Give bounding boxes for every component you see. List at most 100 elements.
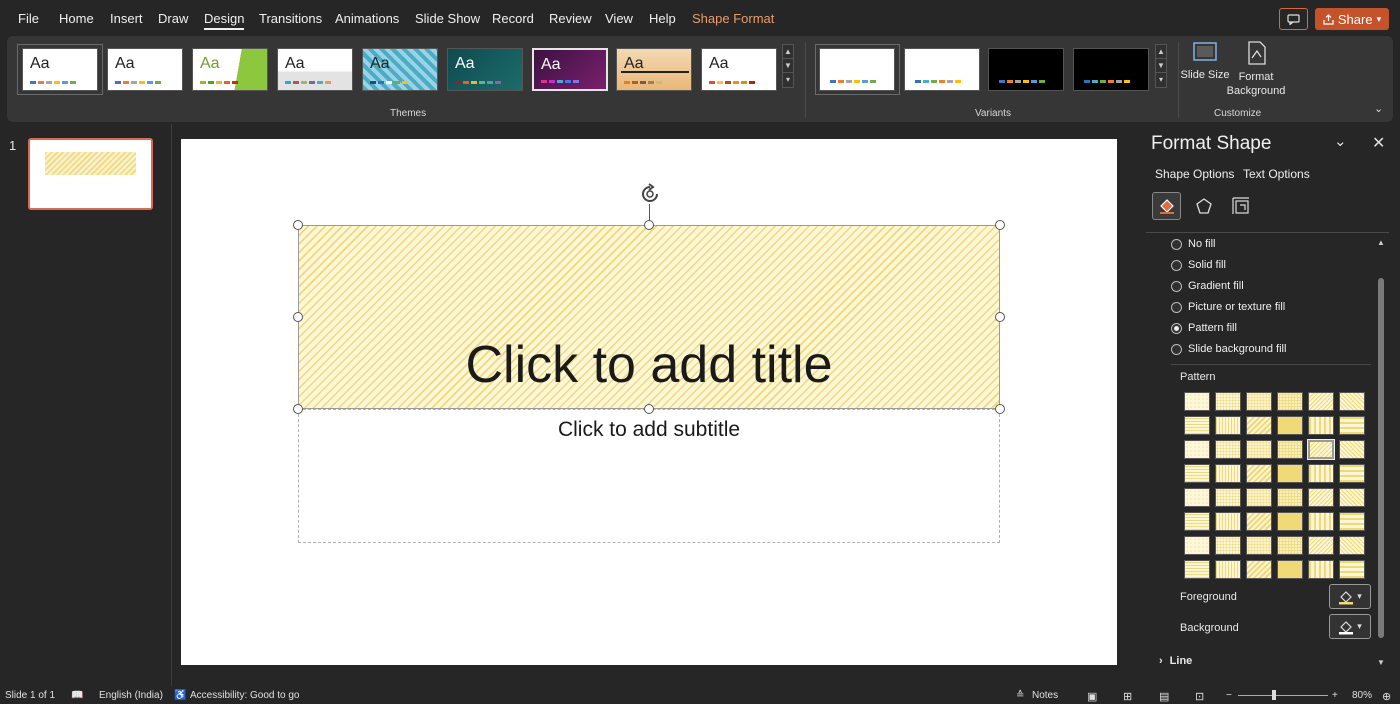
pattern-swatch[interactable]: [1339, 560, 1365, 579]
menu-home[interactable]: Home: [59, 11, 94, 26]
menu-shape-format[interactable]: Shape Format: [692, 11, 774, 26]
close-icon[interactable]: ✕: [1372, 133, 1385, 153]
variant-3[interactable]: [988, 48, 1064, 91]
resize-handle-bottom-left[interactable]: [293, 404, 303, 414]
pattern-swatch[interactable]: [1215, 416, 1241, 435]
slide-thumbnail[interactable]: [28, 138, 153, 210]
pattern-swatch[interactable]: [1308, 488, 1334, 507]
theme-ion-boardroom[interactable]: Aa: [362, 48, 438, 91]
tab-text-options[interactable]: Text Options: [1243, 167, 1310, 181]
notes-button[interactable]: Notes: [1032, 690, 1058, 701]
zoom-out-icon[interactable]: −: [1226, 690, 1232, 701]
pattern-swatch[interactable]: [1215, 440, 1241, 459]
pattern-swatch[interactable]: [1339, 416, 1365, 435]
resize-handle-right[interactable]: [995, 312, 1005, 322]
pattern-swatch[interactable]: [1339, 464, 1365, 483]
pane-scrollbar[interactable]: ▲ ▼: [1376, 238, 1387, 668]
zoom-slider-thumb[interactable]: [1272, 690, 1276, 700]
scroll-down-icon[interactable]: ▼: [783, 59, 793, 73]
subtitle-placeholder-text[interactable]: Click to add subtitle: [298, 418, 1000, 442]
menu-file[interactable]: File: [18, 11, 39, 26]
radio-gradient-fill[interactable]: [1171, 280, 1182, 292]
pattern-swatch[interactable]: [1215, 392, 1241, 411]
size-properties-icon[interactable]: [1226, 192, 1255, 220]
pattern-swatch[interactable]: [1308, 536, 1334, 555]
radio-pattern-fill[interactable]: [1171, 322, 1182, 334]
pattern-swatch[interactable]: [1246, 416, 1272, 435]
theme-office[interactable]: Aa: [22, 48, 98, 91]
scrollbar-thumb[interactable]: [1378, 278, 1384, 638]
more-icon[interactable]: ▾: [1156, 73, 1166, 87]
collapse-ribbon-icon[interactable]: ⌄: [1374, 102, 1383, 115]
pattern-swatch[interactable]: [1277, 416, 1303, 435]
pattern-swatch[interactable]: [1308, 416, 1334, 435]
menu-review[interactable]: Review: [549, 11, 592, 26]
pattern-swatch[interactable]: [1215, 560, 1241, 579]
pattern-swatch[interactable]: [1184, 488, 1210, 507]
scroll-up-icon[interactable]: ▲: [783, 45, 793, 59]
pattern-swatch[interactable]: [1246, 464, 1272, 483]
format-background-button[interactable]: Format Background: [1226, 40, 1286, 98]
pane-options-chevron-icon[interactable]: ⌄: [1334, 132, 1347, 150]
fill-option-picture[interactable]: Picture or texture fill: [1171, 301, 1285, 313]
pattern-swatch[interactable]: [1308, 512, 1334, 531]
scroll-up-icon[interactable]: ▲: [1156, 45, 1166, 59]
spelling-icon[interactable]: 📖: [71, 690, 83, 701]
pattern-swatch[interactable]: [1339, 488, 1365, 507]
fill-option-none[interactable]: No fill: [1171, 238, 1216, 250]
rotate-handle-icon[interactable]: [639, 183, 661, 205]
reading-view-icon[interactable]: ▤: [1159, 690, 1169, 703]
menu-view[interactable]: View: [605, 11, 633, 26]
pattern-swatch[interactable]: [1215, 536, 1241, 555]
fill-option-gradient[interactable]: Gradient fill: [1171, 280, 1244, 292]
pattern-swatch[interactable]: [1184, 512, 1210, 531]
pattern-swatch[interactable]: [1246, 440, 1272, 459]
pattern-swatch[interactable]: [1184, 440, 1210, 459]
resize-handle-top[interactable]: [644, 220, 654, 230]
title-placeholder-text[interactable]: Click to add title: [298, 335, 1000, 395]
pattern-swatch[interactable]: [1308, 392, 1334, 411]
pattern-swatch[interactable]: [1215, 464, 1241, 483]
pattern-swatch[interactable]: [1308, 464, 1334, 483]
resize-handle-bottom-right[interactable]: [995, 404, 1005, 414]
pattern-swatch[interactable]: [1277, 488, 1303, 507]
pattern-swatch[interactable]: [1339, 392, 1365, 411]
pattern-swatch[interactable]: [1246, 392, 1272, 411]
pattern-swatch[interactable]: [1184, 560, 1210, 579]
pattern-swatch[interactable]: [1277, 440, 1303, 459]
pattern-swatch[interactable]: [1215, 488, 1241, 507]
menu-design[interactable]: Design: [204, 11, 245, 30]
variant-4[interactable]: [1073, 48, 1149, 91]
pattern-swatch[interactable]: [1308, 560, 1334, 579]
fill-option-slide-background[interactable]: Slide background fill: [1171, 343, 1286, 355]
resize-handle-top-right[interactable]: [995, 220, 1005, 230]
pattern-swatch[interactable]: [1184, 392, 1210, 411]
accessibility-status[interactable]: Accessibility: Good to go: [190, 690, 300, 701]
pattern-swatch[interactable]: [1307, 439, 1335, 460]
menu-slideshow[interactable]: Slide Show: [415, 11, 480, 26]
fill-option-solid[interactable]: Solid fill: [1171, 259, 1226, 271]
foreground-color-button[interactable]: ▾: [1329, 584, 1371, 609]
pattern-swatch[interactable]: [1246, 560, 1272, 579]
menu-insert[interactable]: Insert: [110, 11, 143, 26]
slide-show-icon[interactable]: ⊡: [1195, 690, 1204, 703]
variant-2[interactable]: [904, 48, 980, 91]
pattern-swatch[interactable]: [1246, 488, 1272, 507]
tab-shape-options[interactable]: Shape Options: [1155, 167, 1234, 181]
theme-slice[interactable]: Aa: [701, 48, 777, 91]
fit-to-window-icon[interactable]: ⊕: [1382, 690, 1391, 703]
more-icon[interactable]: ▾: [783, 73, 793, 87]
background-color-button[interactable]: ▾: [1329, 614, 1371, 639]
radio-solid-fill[interactable]: [1171, 259, 1182, 271]
variants-scroll[interactable]: ▲ ▼ ▾: [1155, 44, 1167, 88]
normal-view-icon[interactable]: ▣: [1087, 690, 1097, 703]
language-status[interactable]: English (India): [99, 690, 163, 701]
slide-size-button[interactable]: Slide Size: [1181, 40, 1229, 82]
scroll-up-icon[interactable]: ▲: [1377, 238, 1385, 247]
zoom-level[interactable]: 80%: [1352, 690, 1372, 701]
pattern-swatch[interactable]: [1184, 536, 1210, 555]
radio-picture-fill[interactable]: [1171, 301, 1182, 313]
theme-office-2[interactable]: Aa: [107, 48, 183, 91]
pattern-swatch[interactable]: [1184, 464, 1210, 483]
menu-record[interactable]: Record: [492, 11, 534, 26]
